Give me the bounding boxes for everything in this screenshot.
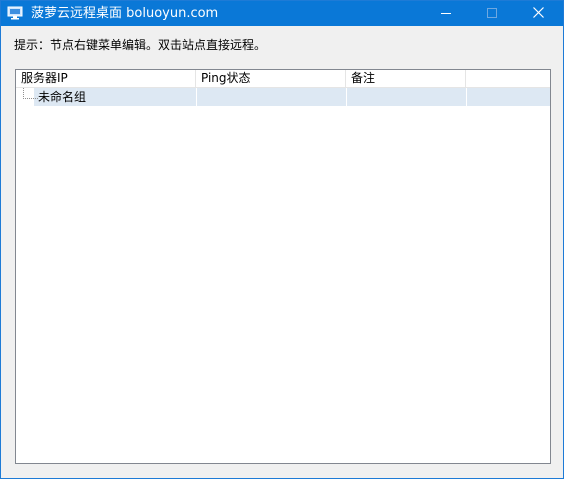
minimize-button[interactable] (423, 1, 469, 26)
maximize-button[interactable] (469, 1, 515, 26)
window-title: 菠萝云远程桌面 boluoyun.com (31, 6, 219, 21)
monitor-icon (7, 6, 23, 20)
selected-row-highlight (34, 88, 550, 106)
column-separator (346, 88, 347, 106)
column-header-empty[interactable] (466, 70, 550, 87)
tree-connector-line (23, 88, 38, 99)
tree-group-row[interactable]: 未命名组 (16, 88, 550, 106)
close-icon (532, 6, 544, 21)
app-window: 菠萝云远程桌面 boluoyun.com 提示：节点右键菜单编辑。双击站点直接远… (0, 0, 564, 479)
column-separator (466, 88, 467, 106)
column-separator (196, 88, 197, 106)
title-bar[interactable]: 菠萝云远程桌面 boluoyun.com (1, 1, 563, 26)
minimize-icon (441, 7, 451, 21)
column-header-row: 服务器IP Ping状态 备注 (16, 70, 550, 88)
hint-text: 提示：节点右键菜单编辑。双击站点直接远程。 (14, 38, 267, 52)
column-header-note[interactable]: 备注 (346, 70, 466, 87)
column-header-ping-status[interactable]: Ping状态 (196, 70, 346, 87)
close-button[interactable] (515, 1, 561, 26)
group-name: 未命名组 (38, 90, 87, 104)
maximize-icon (487, 7, 497, 21)
column-header-server-ip[interactable]: 服务器IP (16, 70, 196, 87)
server-tree-list[interactable]: 服务器IP Ping状态 备注 未命名组 (15, 69, 551, 464)
